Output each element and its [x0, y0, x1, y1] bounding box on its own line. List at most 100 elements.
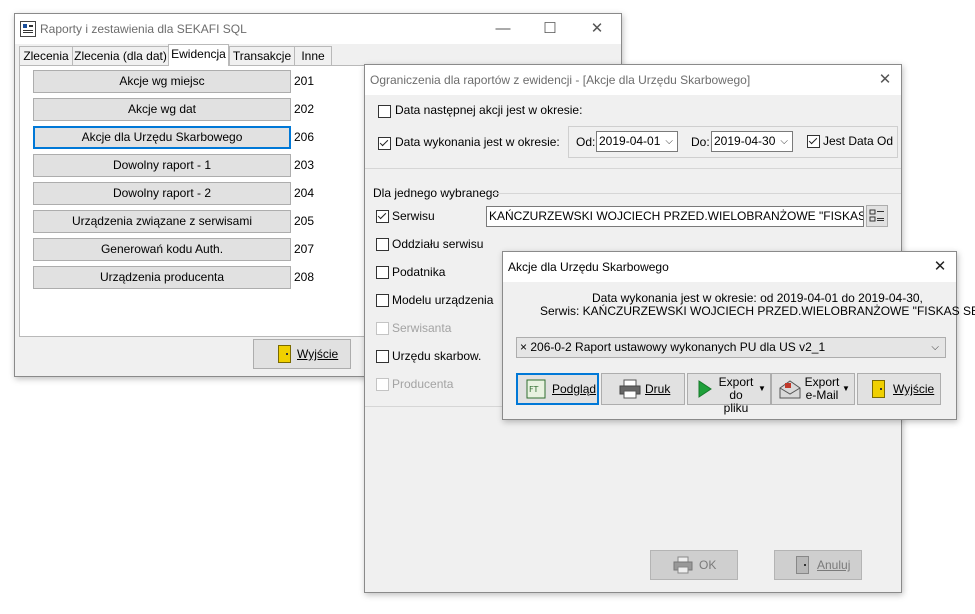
filter-serwisanta-label: Serwisanta: [392, 321, 452, 335]
list-picker-icon: [869, 209, 884, 222]
preview-icon: FT: [526, 379, 546, 399]
tab-inne[interactable]: Inne: [294, 46, 332, 65]
preview-button-label: Podgląd: [552, 382, 597, 396]
dropdown-arrow-icon: ▼: [842, 384, 850, 393]
report-button-urzadzenia-producenta[interactable]: Urządzenia producenta: [33, 266, 291, 289]
same-date-checkbox[interactable]: [807, 135, 820, 148]
filter-producenta-label: Producenta: [392, 377, 454, 391]
report-button-dowolny-2[interactable]: Dowolny raport - 2: [33, 182, 291, 205]
door-icon: [872, 380, 885, 398]
tab-transakcje[interactable]: Transakcje: [229, 46, 295, 65]
report-dialog: Akcje dla Urzędu Skarbowego ✕ Data wykon…: [502, 251, 975, 420]
chevron-down-icon: ⌵: [780, 136, 788, 147]
from-date-picker[interactable]: 2019-04-01 ⌵: [596, 131, 678, 152]
filter-oddzialu-label: Oddziału serwisu: [392, 237, 484, 251]
dialog-exit-label: Wyjście: [893, 382, 935, 396]
door-icon: [796, 556, 809, 574]
executed-checkbox[interactable]: [378, 137, 391, 150]
filter-modelu-checkbox[interactable]: [376, 294, 389, 307]
svg-text:FT: FT: [529, 385, 538, 394]
main-titlebar: Raporty i zestawienia dla SEKAFI SQL — ☐…: [15, 14, 621, 44]
separator: [365, 168, 901, 169]
filter-serwisu-checkbox[interactable]: [376, 210, 389, 223]
dialog-titlebar: Akcje dla Urzędu Skarbowego ✕: [503, 252, 956, 282]
chevron-down-icon: ⌵: [665, 136, 673, 147]
export-file-button[interactable]: Export do pliku ▼: [687, 373, 771, 415]
exit-button-label: Wyjście: [297, 347, 339, 361]
close-icon[interactable]: ✕: [875, 70, 895, 90]
cancel-button[interactable]: Anuluj: [774, 550, 862, 580]
play-icon: [698, 380, 712, 398]
report-code: 205: [294, 214, 315, 228]
door-icon: [278, 345, 291, 363]
dialog-exit-button[interactable]: Wyjście: [857, 373, 941, 405]
executed-label: Data wykonania jest w okresie:: [395, 135, 560, 149]
report-button-dowolny-1[interactable]: Dowolny raport - 1: [33, 154, 291, 177]
report-button-akcje-wg-dat[interactable]: Akcje wg dat: [33, 98, 291, 121]
filter-podatnika-label: Podatnika: [392, 265, 446, 279]
filter-urzedu-label: Urzędu skarbow.: [392, 349, 482, 363]
app-icon: [20, 21, 36, 37]
from-date-value: 2019-04-01: [599, 134, 661, 148]
dialog-info-line2: Serwis: KAŃCZURZEWSKI WOJCIECH PRZED.WIE…: [540, 304, 975, 318]
close-icon[interactable]: ✕: [930, 257, 950, 277]
report-select[interactable]: × 206-0-2 Raport ustawowy wykonanych PU …: [516, 337, 946, 358]
report-code: 201: [294, 74, 315, 88]
export-mail-label-2: e-Mail: [805, 388, 839, 402]
service-field[interactable]: KAŃCZURZEWSKI WOJCIECH PRZED.WIELOBRANŻO…: [486, 206, 864, 227]
maximize-icon[interactable]: ☐: [540, 19, 560, 39]
report-code: 204: [294, 186, 315, 200]
report-code: 203: [294, 158, 315, 172]
report-select-value: × 206-0-2 Raport ustawowy wykonanych PU …: [520, 340, 826, 354]
next-action-label: Data następnej akcji jest w okresie:: [395, 103, 583, 117]
report-code: 202: [294, 102, 315, 116]
cancel-button-label: Anuluj: [817, 558, 851, 572]
ok-button[interactable]: OK: [650, 550, 738, 580]
filter-serwisanta-checkbox[interactable]: [376, 322, 389, 335]
separator: [493, 193, 901, 194]
filter-serwisu-label: Serwisu: [392, 209, 435, 223]
ok-button-label: OK: [699, 558, 717, 572]
dialog-info-line1: Data wykonania jest w okresie: od 2019-0…: [592, 291, 923, 305]
tab-ewidencja[interactable]: Ewidencja: [168, 44, 229, 66]
report-code: 207: [294, 242, 315, 256]
main-window-title: Raporty i zestawienia dla SEKAFI SQL: [40, 22, 247, 36]
to-label: Do:: [691, 135, 710, 149]
tab-zlecenia-dla-dat[interactable]: Zlecenia (dla dat): [72, 46, 169, 65]
next-action-checkbox[interactable]: [378, 105, 391, 118]
filter-producenta-checkbox[interactable]: [376, 378, 389, 391]
export-mail-button[interactable]: Export e-Mail ▼: [771, 373, 855, 405]
print-button-label: Druk: [645, 382, 671, 396]
report-button-akcje-wg-miejsc[interactable]: Akcje wg miejsc: [33, 70, 291, 93]
report-button-generowan-kodu[interactable]: Generowań kodu Auth.: [33, 238, 291, 261]
to-date-picker[interactable]: 2019-04-30 ⌵: [711, 131, 793, 152]
exit-button[interactable]: Wyjście: [253, 339, 351, 369]
tab-zlecenia[interactable]: Zlecenia: [19, 46, 73, 65]
chevron-down-icon: ⌵: [931, 342, 939, 353]
export-file-label-2: do pliku: [723, 388, 749, 415]
close-icon[interactable]: ✕: [587, 19, 607, 39]
preview-button[interactable]: FT Podgląd: [516, 373, 599, 405]
minimize-icon[interactable]: —: [493, 19, 513, 39]
filter-urzedu-checkbox[interactable]: [376, 350, 389, 363]
same-date-label: Jest Data Od: [823, 134, 894, 148]
filter-modelu-label: Modelu urządzenia: [392, 293, 494, 307]
mail-icon: [779, 380, 801, 399]
dialog-title: Akcje dla Urzędu Skarbowego: [508, 260, 669, 274]
to-date-value: 2019-04-30: [714, 134, 776, 148]
report-button-akcje-us[interactable]: Akcje dla Urzędu Skarbowego: [33, 126, 291, 149]
restrictions-window-title: Ograniczenia dla raportów z ewidencji - …: [370, 73, 751, 87]
printer-icon: [619, 379, 641, 399]
filter-oddzialu-checkbox[interactable]: [376, 238, 389, 251]
service-picker-button[interactable]: [866, 205, 888, 227]
filter-podatnika-checkbox[interactable]: [376, 266, 389, 279]
printer-icon: [673, 556, 693, 574]
report-code: 206: [294, 130, 315, 144]
report-button-urzadzenia-serwisy[interactable]: Urządzenia związane z serwisami: [33, 210, 291, 233]
report-code: 208: [294, 270, 315, 284]
section-title: Dla jednego wybranego: [373, 186, 500, 200]
restrictions-titlebar: Ograniczenia dla raportów z ewidencji - …: [365, 65, 901, 95]
from-label: Od:: [576, 135, 596, 149]
dropdown-arrow-icon: ▼: [758, 384, 766, 393]
print-button[interactable]: Druk: [601, 373, 685, 405]
